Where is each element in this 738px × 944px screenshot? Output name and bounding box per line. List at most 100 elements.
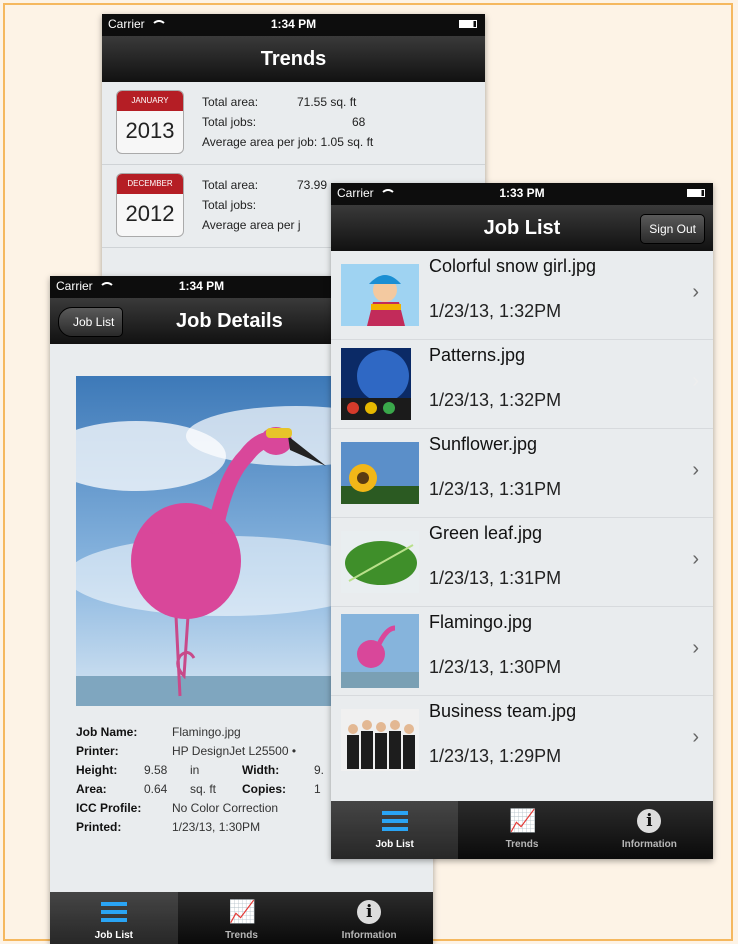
calendar-icon: DECEMBER 2012 [116, 173, 184, 237]
trend-row[interactable]: JANUARY 2013 Total area: 71.55 sq. ft Tot… [102, 82, 485, 165]
total-area-label: Total area: [202, 178, 259, 192]
job-thumbnail [341, 709, 419, 771]
tab-label: Information [621, 839, 677, 850]
page-title: Trends [260, 48, 327, 70]
job-name: Sunflower.jpg [429, 434, 538, 454]
total-area-value: 73.99 [297, 178, 328, 192]
list-item[interactable]: Sunflower.jpg 1/23/13, 1:31PM › [331, 429, 713, 518]
job-name: Patterns.jpg [429, 345, 526, 365]
info-icon: i [637, 809, 662, 833]
trend-stats: Total area: 71.55 sq. ft Total jobs: 68 Av… [202, 92, 373, 152]
chevron-right-icon: › [692, 548, 699, 570]
job-date: 1/23/13, 1:29PM [429, 746, 562, 766]
list-icon [100, 900, 127, 924]
job-name: Green leaf.jpg [429, 523, 543, 543]
chevron-right-icon: › [692, 370, 699, 392]
tab-label: Information [341, 930, 397, 941]
calendar-year: 2013 [125, 118, 175, 143]
copies-value: 1 [314, 782, 321, 796]
tab-information[interactable]: i Information [586, 801, 713, 859]
job-date: 1/23/13, 1:30PM [429, 657, 562, 677]
printer-value: HP DesignJet L25500 • [172, 744, 297, 758]
area-label: Area: [76, 782, 107, 796]
area-unit: sq. ft [190, 782, 217, 796]
list-item[interactable]: Flamingo.jpg 1/23/13, 1:30PM › [331, 607, 713, 696]
chevron-right-icon: › [692, 281, 699, 303]
chevron-right-icon: › [692, 637, 699, 659]
icc-profile-label: ICC Profile: [76, 801, 142, 815]
status-time: 1:33 PM [499, 186, 545, 200]
tab-trends[interactable]: 📈 Trends [458, 801, 585, 859]
total-area-value: 71.55 sq. ft [297, 95, 357, 109]
tab-label: Trends [505, 839, 539, 850]
calendar-icon: JANUARY 2013 [116, 90, 184, 154]
total-jobs-label: Total jobs: [202, 115, 257, 129]
job-date: 1/23/13, 1:32PM [429, 390, 562, 410]
height-unit: in [190, 763, 200, 777]
job-name: Business team.jpg [429, 701, 577, 721]
calendar-year: 2012 [125, 201, 175, 226]
status-time: 1:34 PM [270, 17, 317, 31]
height-label: Height: [76, 763, 118, 777]
tab-label: Job List [375, 839, 414, 850]
trend-stats: Total area: 73.99 Total jobs: Average are… [202, 175, 327, 235]
list-item[interactable]: Business team.jpg 1/23/13, 1:29PM › [331, 696, 713, 784]
job-date: 1/23/13, 1:31PM [429, 479, 562, 499]
list-icon [381, 809, 408, 833]
job-list-screen: Carrier 1:33 PM Job List Sign Out Colorf… [331, 183, 713, 859]
tab-bar: Job List 📈 Trends i Information [331, 801, 713, 859]
job-details-table: Job Name: Flamingo.jpg Printer: HP DesignJ… [76, 723, 324, 837]
total-area-label: Total area: [202, 95, 259, 109]
printer-label: Printer: [76, 744, 119, 758]
tab-label: Trends [225, 930, 258, 941]
back-button[interactable]: Job List [58, 307, 124, 337]
job-thumbnail [341, 264, 419, 326]
info-icon: i [357, 900, 382, 924]
job-date: 1/23/13, 1:32PM [429, 301, 562, 321]
job-name-value: Flamingo.jpg [172, 725, 241, 739]
height-value: 9.58 [144, 763, 168, 777]
job-date: 1/23/13, 1:31PM [429, 568, 562, 588]
battery-icon [687, 189, 705, 197]
status-bar: Carrier 1:34 PM [102, 14, 485, 36]
width-label: Width: [242, 763, 280, 777]
chart-icon: 📈 [508, 808, 537, 833]
job-thumbnail [341, 614, 419, 688]
tab-information[interactable]: i Information [305, 892, 433, 944]
tab-job-list[interactable]: Job List [50, 892, 178, 944]
status-time: 1:34 PM [178, 279, 225, 293]
calendar-month: DECEMBER [117, 174, 183, 194]
job-thumbnail [341, 531, 419, 593]
nav-bar: Job List Sign Out [331, 205, 713, 251]
avg-area-label: Average area per job: [202, 135, 318, 149]
total-jobs-value: 68 [352, 115, 366, 129]
list-item[interactable]: Colorful snow girl.jpg 1/23/13, 1:32PM › [331, 251, 713, 340]
job-name: Colorful snow girl.jpg [429, 256, 597, 276]
avg-area-value: 1.05 sq. ft [320, 135, 374, 149]
chart-icon: 📈 [228, 899, 256, 924]
tab-job-list[interactable]: Job List [331, 801, 459, 859]
chevron-right-icon: › [692, 459, 699, 481]
list-item[interactable]: Patterns.jpg 1/23/13, 1:32PM › [331, 340, 713, 429]
area-value: 0.64 [144, 782, 168, 796]
printed-value: 1/23/13, 1:30PM [172, 820, 261, 834]
sign-out-button[interactable]: Sign Out [640, 214, 705, 244]
job-thumbnail [341, 348, 411, 420]
calendar-month: JANUARY [117, 91, 183, 111]
tab-bar: Job List 📈 Trends i Information [50, 892, 433, 944]
job-thumbnail [341, 442, 419, 504]
total-jobs-label: Total jobs: [202, 198, 257, 212]
width-value: 9. [314, 763, 325, 777]
job-name-label: Job Name: [76, 725, 138, 739]
job-name: Flamingo.jpg [429, 612, 533, 632]
tab-trends[interactable]: 📈 Trends [178, 892, 306, 944]
nav-bar: Trends [102, 36, 485, 82]
icc-profile-value: No Color Correction [172, 801, 279, 815]
status-bar: Carrier 1:33 PM [331, 183, 713, 205]
chevron-right-icon: › [692, 726, 699, 748]
printed-label: Printed: [76, 820, 122, 834]
list-item[interactable]: Green leaf.jpg 1/23/13, 1:31PM › [331, 518, 713, 607]
tab-label: Job List [94, 930, 133, 941]
copies-label: Copies: [242, 782, 287, 796]
avg-area-label: Average area per j [202, 218, 301, 232]
